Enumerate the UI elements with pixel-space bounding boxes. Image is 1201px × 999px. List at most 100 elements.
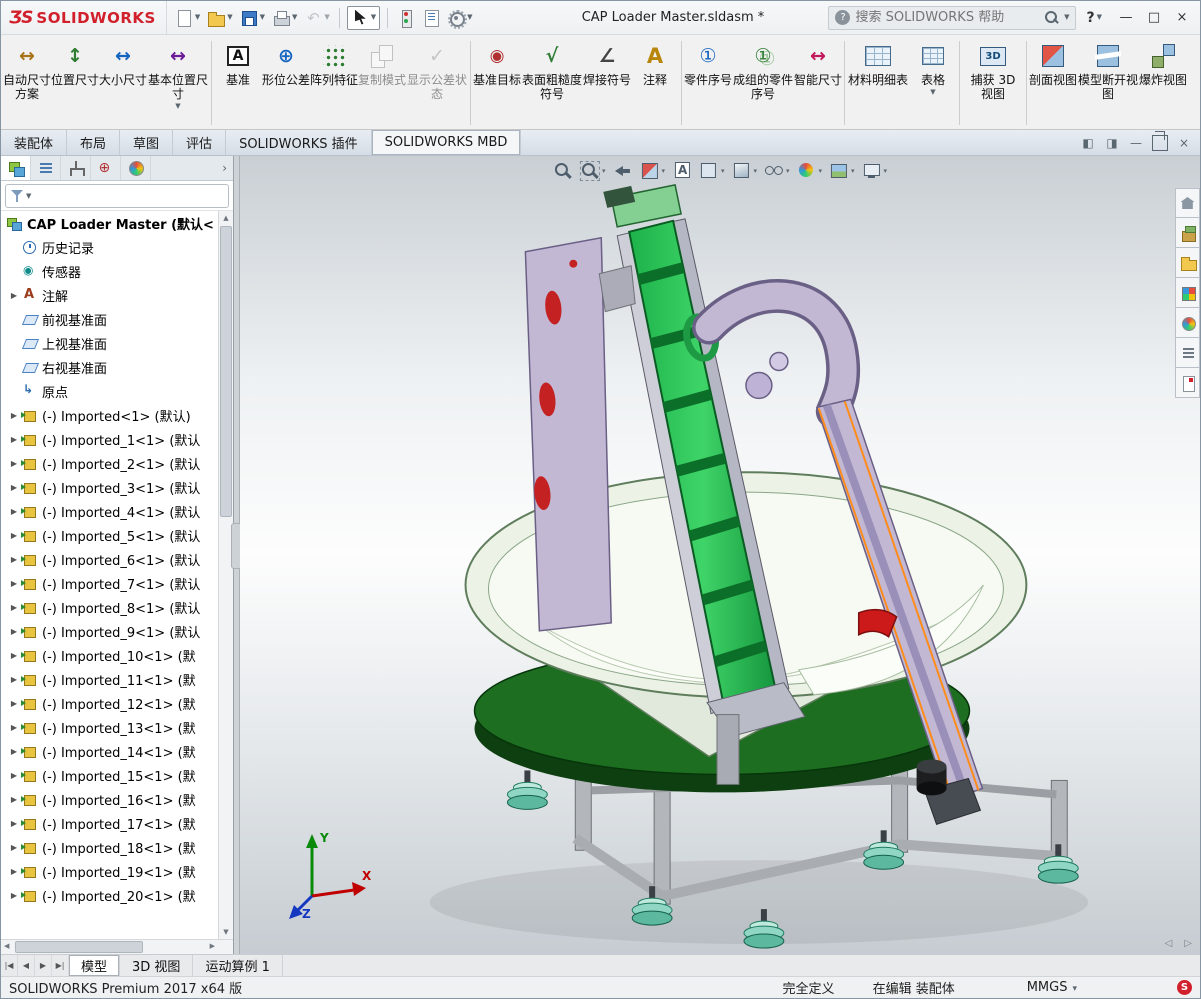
rebuild-button[interactable] <box>395 7 417 29</box>
expand-caret-icon[interactable]: ▶ <box>7 699 21 708</box>
tree-item[interactable]: ▶ (-) Imported_16<1> (默 <box>1 787 218 811</box>
bottom-tab[interactable]: 3D 视图 <box>120 955 194 976</box>
tree-item[interactable]: ▶ (-) Imported_10<1> (默 <box>1 643 218 667</box>
doc-minimize-button[interactable]: — <box>1128 135 1144 151</box>
hide-show-items-button[interactable]: ▾ <box>764 161 790 181</box>
expand-caret-icon[interactable]: ▶ <box>7 579 21 588</box>
view-palette-button[interactable] <box>1175 278 1200 308</box>
dropdown-caret-icon[interactable]: ▾ <box>819 167 823 175</box>
ribbon-location-dimension-button[interactable]: 位置尺寸 <box>51 37 99 129</box>
zoom-fit-button[interactable] <box>553 161 573 181</box>
expand-caret-icon[interactable]: ▶ <box>7 867 21 876</box>
doc-restore-button[interactable] <box>1152 130 1168 151</box>
command-tab[interactable]: 装配体 <box>1 130 68 155</box>
expand-caret-icon[interactable]: ▶ <box>7 675 21 684</box>
ribbon-size-dimension-button[interactable]: 大小尺寸 <box>99 37 147 129</box>
tree-item[interactable]: 原点 <box>1 379 218 403</box>
expand-caret-icon[interactable]: ▶ <box>7 555 21 564</box>
tree-item[interactable]: ▶ (-) Imported_1<1> (默认 <box>1 427 218 451</box>
expand-caret-icon[interactable]: ▶ <box>7 651 21 660</box>
dropdown-caret-icon[interactable]: ▾ <box>721 167 725 175</box>
tree-item[interactable]: ▶ (-) Imported_18<1> (默 <box>1 835 218 859</box>
tree-item[interactable]: 上视基准面 <box>1 331 218 355</box>
tab-scroll-button-0[interactable]: |◀ <box>1 955 18 976</box>
previous-view-button[interactable] <box>612 161 632 181</box>
solidworks-resources-button[interactable] <box>1175 368 1200 398</box>
expand-caret-icon[interactable]: ▶ <box>7 291 21 300</box>
display-style-button[interactable]: ▾ <box>731 161 757 181</box>
file-properties-button[interactable] <box>420 7 442 29</box>
expand-caret-icon[interactable]: ▶ <box>7 771 21 780</box>
dropdown-caret-icon[interactable]: ▾ <box>884 167 888 175</box>
ribbon-datum-target-button[interactable]: 基准目标 <box>473 37 521 129</box>
edit-appearance-button[interactable]: ▾ <box>797 161 823 181</box>
viewport[interactable]: ▾▾▾▾▾▾▾▾ Y X Z ◁▷ <box>240 156 1200 954</box>
ribbon-datum-button[interactable]: 基准 <box>214 37 262 129</box>
ribbon-section-view-button[interactable]: 剖面视图 <box>1029 37 1077 129</box>
section-view-button[interactable]: ▾ <box>639 161 665 181</box>
open-button[interactable]: ▼ <box>205 7 234 29</box>
appearances-scenes-button[interactable] <box>1175 308 1200 338</box>
viewport-scroll-arrow-0[interactable]: ◁ <box>1165 938 1173 949</box>
tree-item[interactable]: ▶ (-) Imported_6<1> (默认 <box>1 547 218 571</box>
tab-scroll-button-2[interactable]: ▶ <box>35 955 52 976</box>
expand-caret-icon[interactable]: ▶ <box>7 795 21 804</box>
expand-caret-icon[interactable]: ▶ <box>7 819 21 828</box>
dropdown-caret-icon[interactable]: ▾ <box>786 167 790 175</box>
tree-item[interactable]: 历史记录 <box>1 235 218 259</box>
tree-item[interactable]: ▶ (-) Imported_15<1> (默 <box>1 763 218 787</box>
options-button[interactable]: ▼ <box>445 7 474 29</box>
save-button[interactable]: ▼ <box>238 7 267 29</box>
design-library-button[interactable] <box>1175 218 1200 248</box>
dynamic-annotation-views-button[interactable] <box>672 161 692 181</box>
ribbon-tables-button[interactable]: 表格 ▼ <box>909 37 957 129</box>
minimize-button[interactable]: — <box>1112 5 1140 31</box>
expand-caret-icon[interactable]: ▶ <box>7 603 21 612</box>
ribbon-copy-scheme-button[interactable]: 复制模式 <box>358 37 406 129</box>
doc-close-button[interactable]: × <box>1176 135 1192 151</box>
tab-scroll-button-3[interactable]: ▶| <box>52 955 69 976</box>
view-settings-button[interactable]: ▾ <box>862 161 888 181</box>
tree-vertical-scrollbar[interactable]: ▲ ▼ <box>218 211 233 939</box>
maximize-button[interactable]: □ <box>1140 5 1168 31</box>
expand-caret-icon[interactable]: ▶ <box>7 459 21 468</box>
apply-scene-button[interactable]: ▾ <box>829 161 855 181</box>
undo-button[interactable]: ▼ <box>302 7 331 29</box>
tree-item[interactable]: ▶ (-) Imported_13<1> (默 <box>1 715 218 739</box>
ribbon-capture-3d-view-button[interactable]: 捕获 3D 视图 <box>962 37 1024 129</box>
command-tab[interactable]: 评估 <box>173 130 227 155</box>
expand-caret-icon[interactable]: ▶ <box>7 723 21 732</box>
filter-caret[interactable]: ▼ <box>26 192 31 200</box>
panel-tab-configurationmanager[interactable] <box>61 156 91 180</box>
bottom-tab[interactable]: 运动算例 1 <box>193 955 283 976</box>
ribbon-pattern-feature-button[interactable]: 阵列特征 <box>310 37 358 129</box>
search-box[interactable]: ? ▼ <box>828 5 1077 30</box>
expand-caret-icon[interactable]: ▶ <box>7 843 21 852</box>
tree-item[interactable]: ▶ (-) Imported_14<1> (默 <box>1 739 218 763</box>
tree-horizontal-scrollbar[interactable]: ◀ ▶ <box>1 939 233 954</box>
viewport-scroll-arrow-1[interactable]: ▷ <box>1184 938 1192 949</box>
dropdown-caret-icon[interactable]: ▼ <box>930 88 935 96</box>
tree-item[interactable]: 传感器 <box>1 259 218 283</box>
dropdown-caret-icon[interactable]: ▾ <box>753 167 757 175</box>
tree-item[interactable]: ▶ (-) Imported_7<1> (默认 <box>1 571 218 595</box>
ribbon-auto-dimension-scheme-button[interactable]: 自动尺寸方案 <box>3 37 51 129</box>
expand-caret-icon[interactable]: ▶ <box>7 747 21 756</box>
print-button[interactable]: ▼ <box>270 7 299 29</box>
ribbon-tolerance-status-button[interactable]: 显示公差状态 <box>406 37 468 129</box>
tree-filter[interactable]: ▼ <box>5 184 229 208</box>
ribbon-smart-dimension-button[interactable]: 智能尺寸 <box>794 37 842 129</box>
vertical-scroll-thumb[interactable] <box>220 226 232 518</box>
ribbon-surface-finish-button[interactable]: 表面粗糙度符号 <box>521 37 583 129</box>
expand-caret-icon[interactable]: ▶ <box>7 531 21 540</box>
pane-left-button[interactable]: ◧ <box>1080 135 1096 151</box>
panel-tab-displaymanager[interactable] <box>121 156 151 180</box>
panel-tab-featuremanager[interactable] <box>1 156 31 180</box>
scroll-up-icon[interactable]: ▲ <box>219 214 233 222</box>
tree-item[interactable]: ▶ (-) Imported_4<1> (默认 <box>1 499 218 523</box>
select-button[interactable]: ▼ <box>346 5 381 30</box>
tree-item[interactable]: ▶ (-) Imported_5<1> (默认 <box>1 523 218 547</box>
ribbon-note-button[interactable]: 注释 <box>631 37 679 129</box>
scroll-left-icon[interactable]: ◀ <box>4 942 9 950</box>
dropdown-caret-icon[interactable]: ▾ <box>661 167 665 175</box>
